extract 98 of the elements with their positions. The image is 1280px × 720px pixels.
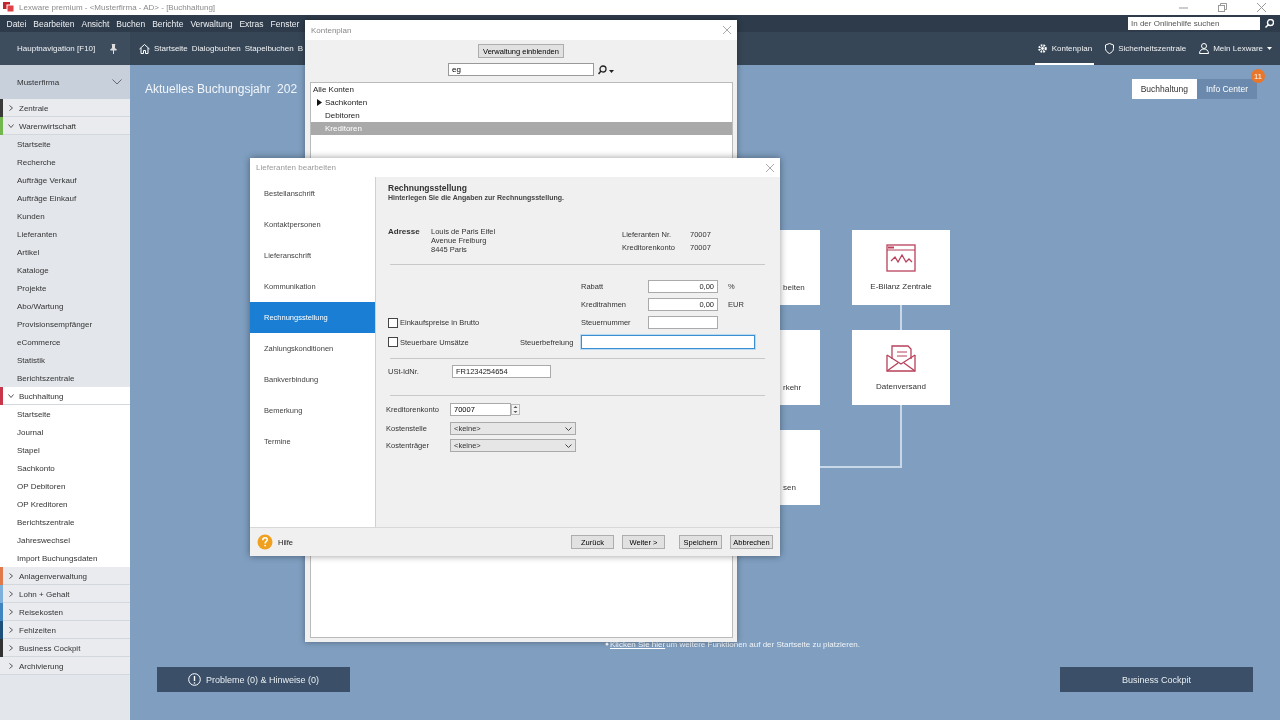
- footer-button[interactable]: Business Cockpit: [1060, 667, 1253, 692]
- nav-item[interactable]: Journal: [0, 423, 130, 441]
- connector-line: [900, 304, 902, 331]
- menu-item[interactable]: Buchen: [112, 18, 149, 29]
- nav-item[interactable]: Lieferanten: [0, 225, 130, 243]
- toolbar-link[interactable]: Startseite: [154, 44, 188, 53]
- nav-item[interactable]: Aufträge Einkauf: [0, 189, 130, 207]
- menu-item[interactable]: Verwaltung: [186, 18, 236, 29]
- restore-icon[interactable]: [1218, 3, 1227, 12]
- dialog-title: Kontenplan: [311, 25, 352, 35]
- toolbar-link[interactable]: Stapelbuchen: [244, 44, 294, 53]
- search-icon[interactable]: [598, 64, 614, 75]
- caret-icon: [565, 426, 572, 431]
- dialog-title: Lieferanten bearbeiten: [256, 163, 337, 172]
- help-search-field[interactable]: In der Onlinehilfe suchen: [1128, 17, 1260, 30]
- tree-item[interactable]: Debitoren: [311, 109, 732, 122]
- company-selector[interactable]: Musterfirma: [0, 65, 130, 99]
- menu-item[interactable]: Datei: [3, 18, 30, 29]
- tile-label: rkehr: [783, 383, 802, 392]
- menu-item[interactable]: Ansicht: [77, 18, 113, 29]
- nav-item[interactable]: Abo/Wartung: [0, 297, 130, 315]
- tile-card[interactable]: E-Bilanz Zentrale: [852, 230, 950, 305]
- nav-item[interactable]: Recherche: [0, 153, 130, 171]
- nav-group[interactable]: Warenwirtschaft: [0, 117, 130, 135]
- tile-label: Datenversand: [876, 382, 926, 391]
- caret-icon: [565, 443, 572, 448]
- tile-card[interactable]: rkehr: [780, 330, 820, 405]
- chart-window-icon: [886, 244, 916, 272]
- close-icon[interactable]: [723, 26, 731, 34]
- home-icon[interactable]: [139, 43, 150, 54]
- tree-item[interactable]: Alle Konten: [311, 83, 732, 96]
- spin-arrows-icon[interactable]: [511, 404, 520, 415]
- tile-card[interactable]: Datenversand: [852, 330, 950, 405]
- nav-item[interactable]: Artikel: [0, 243, 130, 261]
- nav-item[interactable]: Berichtszentrale: [0, 513, 130, 531]
- nav-item[interactable]: eCommerce: [0, 333, 130, 351]
- nav-item[interactable]: OP Debitoren: [0, 477, 130, 495]
- nav-group[interactable]: Business Cockpit: [0, 639, 130, 657]
- nav-group[interactable]: Buchhaltung: [0, 387, 130, 405]
- nav-group[interactable]: Anlagenverwaltung: [0, 567, 130, 585]
- gear-icon: [1036, 43, 1048, 54]
- menu-item[interactable]: Fenster: [267, 18, 303, 29]
- tree-item[interactable]: Sachkonten: [311, 96, 732, 109]
- footer-button[interactable]: Probleme (0) & Hinweise (0): [157, 667, 350, 692]
- nav-item[interactable]: Berichtszentrale: [0, 369, 130, 387]
- nav-link[interactable]: Sicherheitszentrale: [1103, 32, 1189, 65]
- text-field[interactable]: [581, 335, 755, 349]
- nav-group[interactable]: Archivierung: [0, 657, 130, 675]
- text-field[interactable]: [648, 316, 718, 329]
- toolbar-link[interactable]: Dialogbuchen: [191, 44, 241, 53]
- bullet-icon: [605, 642, 609, 646]
- tile-label: beiten: [783, 283, 805, 292]
- nav-group[interactable]: Lohn + Gehalt: [0, 585, 130, 603]
- nav-item[interactable]: Startseite: [0, 135, 130, 153]
- close-icon[interactable]: [766, 163, 774, 172]
- warning-icon: [187, 673, 201, 686]
- window-title: Lexware premium - <Musterfirma - AD> - [Buchhaltung]: [19, 3, 217, 12]
- nav-item[interactable]: Kataloge: [0, 261, 130, 279]
- toolbar-link[interactable]: B: [297, 44, 303, 53]
- nav-item[interactable]: Kunden: [0, 207, 130, 225]
- page-heading: Aktuelles Buchungsjahr 202: [145, 81, 298, 98]
- chevron-down-icon: [112, 79, 122, 85]
- search-icon[interactable]: [1265, 19, 1274, 28]
- nav-item[interactable]: Jahreswechsel: [0, 531, 130, 549]
- menu-item[interactable]: Berichte: [148, 18, 187, 29]
- address-label: Adresse: [388, 227, 421, 236]
- view-tab[interactable]: Info Center: [1196, 79, 1257, 99]
- view-tab[interactable]: Buchhaltung: [1131, 79, 1197, 99]
- nav-item[interactable]: Aufträge Verkauf: [0, 171, 130, 189]
- nav-item[interactable]: Import Buchungsdaten: [0, 549, 130, 567]
- menu-item[interactable]: Bearbeiten: [29, 18, 78, 29]
- nav-link[interactable]: Mein Lexware: [1197, 32, 1274, 65]
- menu-item[interactable]: Extras: [235, 18, 268, 29]
- nav-group[interactable]: Zentrale: [0, 99, 130, 117]
- user-icon: [1199, 43, 1210, 54]
- nav-panel-title: Hauptnavigation [F10]: [17, 44, 96, 53]
- tile-card[interactable]: beiten: [780, 230, 820, 305]
- tile-card[interactable]: sen: [780, 430, 820, 505]
- nav-item[interactable]: OP Kreditoren: [0, 495, 130, 513]
- nav-group[interactable]: Fehlzeiten: [0, 621, 130, 639]
- nav-item[interactable]: Projekte: [0, 279, 130, 297]
- help-icon: [257, 534, 273, 550]
- caret-icon: [1267, 47, 1272, 50]
- pin-icon[interactable]: [110, 43, 117, 54]
- nav-item[interactable]: Provisionsempfänger: [0, 315, 130, 333]
- search-field[interactable]: eg: [448, 63, 594, 76]
- nav-item[interactable]: Startseite: [0, 405, 130, 423]
- nav-group[interactable]: Reisekosten: [0, 603, 130, 621]
- nav-item[interactable]: Sachkonto: [0, 459, 130, 477]
- nav-item[interactable]: Stapel: [0, 441, 130, 459]
- close-icon[interactable]: [1257, 3, 1266, 12]
- envelope-icon: [886, 344, 916, 372]
- section-heading: Rechnungsstellung: [388, 183, 468, 193]
- nav-item[interactable]: Statistik: [0, 351, 130, 369]
- shield-icon: [1105, 43, 1115, 54]
- hint-text: um weitere Funktionen auf der Startseite zu platzieren.: [666, 639, 861, 649]
- tile-label: sen: [783, 483, 796, 492]
- tile-label: E-Bilanz Zentrale: [870, 282, 932, 291]
